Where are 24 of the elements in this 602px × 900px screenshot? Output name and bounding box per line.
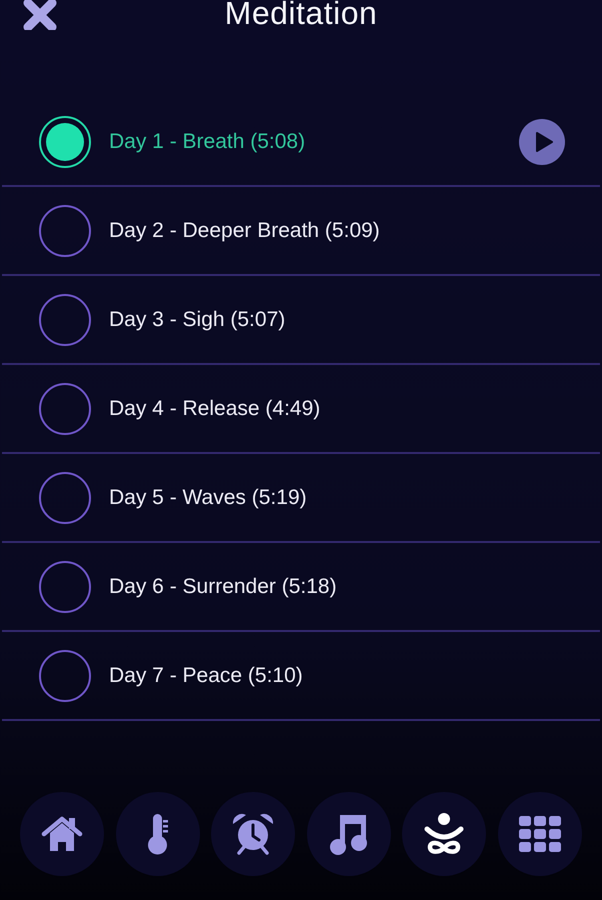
session-title[interactable]: Day 5 - Waves (5:19) <box>109 482 307 514</box>
page-title: Meditation <box>224 0 378 28</box>
session-title[interactable]: Day 3 - Sigh (5:07) <box>109 304 286 336</box>
radio-button[interactable] <box>39 204 91 256</box>
session-title[interactable]: Day 4 - Release (4:49) <box>109 392 320 424</box>
music-note-icon <box>328 813 370 855</box>
grid-icon <box>518 816 561 852</box>
session-title[interactable]: Day 1 - Breath (5:08) <box>109 126 306 158</box>
radio-button[interactable] <box>39 382 91 434</box>
radio-button[interactable] <box>39 560 91 612</box>
session-title[interactable]: Day 6 - Surrender (5:18) <box>109 570 337 602</box>
alarm-clock-icon <box>231 812 276 856</box>
session-title[interactable]: Day 2 - Deeper Breath (5:09) <box>109 214 380 246</box>
session-title[interactable]: Day 7 - Peace (5:10) <box>109 660 303 692</box>
play-button[interactable] <box>519 118 565 164</box>
close-button[interactable] <box>22 0 58 30</box>
radio-button[interactable] <box>39 472 91 524</box>
close-icon <box>22 0 58 30</box>
meditation-figure-icon <box>422 812 466 856</box>
radio-button[interactable] <box>39 116 91 168</box>
house-icon <box>41 816 83 852</box>
radio-button[interactable] <box>39 294 91 346</box>
radio-button[interactable] <box>39 650 91 702</box>
play-icon <box>536 132 552 152</box>
